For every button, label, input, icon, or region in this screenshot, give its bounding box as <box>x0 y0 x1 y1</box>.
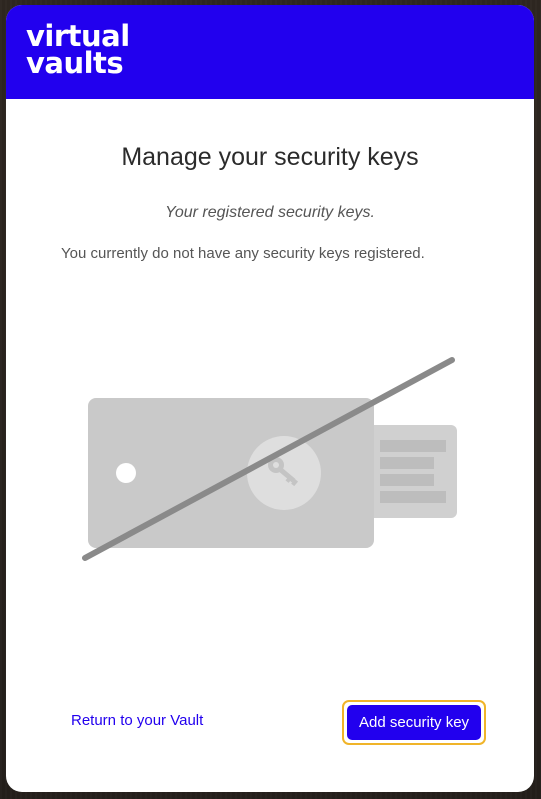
add-button-focus-ring: Add security key <box>342 700 487 745</box>
empty-state-message: You currently do not have any security k… <box>61 245 425 262</box>
security-keys-card: virtual vaults Manage your security keys… <box>6 5 534 792</box>
connector-pin <box>380 491 446 503</box>
logo-line-2: vaults <box>26 46 124 80</box>
page-title: Manage your security keys <box>121 143 419 171</box>
connector-pin <box>380 474 434 486</box>
security-key-crossed-out-icon <box>82 357 457 561</box>
keyring-hole <box>116 463 136 483</box>
page-subtitle: Your registered security keys. <box>165 204 375 221</box>
return-to-vault-link[interactable]: Return to your Vault <box>71 712 203 729</box>
usb-connector <box>368 425 457 518</box>
add-security-key-button[interactable]: Add security key <box>347 705 482 740</box>
connector-pin <box>380 440 446 452</box>
virtual-vaults-logo: virtual vaults <box>26 22 130 80</box>
connector-pin <box>380 457 434 469</box>
brand-header: virtual vaults <box>6 5 534 99</box>
